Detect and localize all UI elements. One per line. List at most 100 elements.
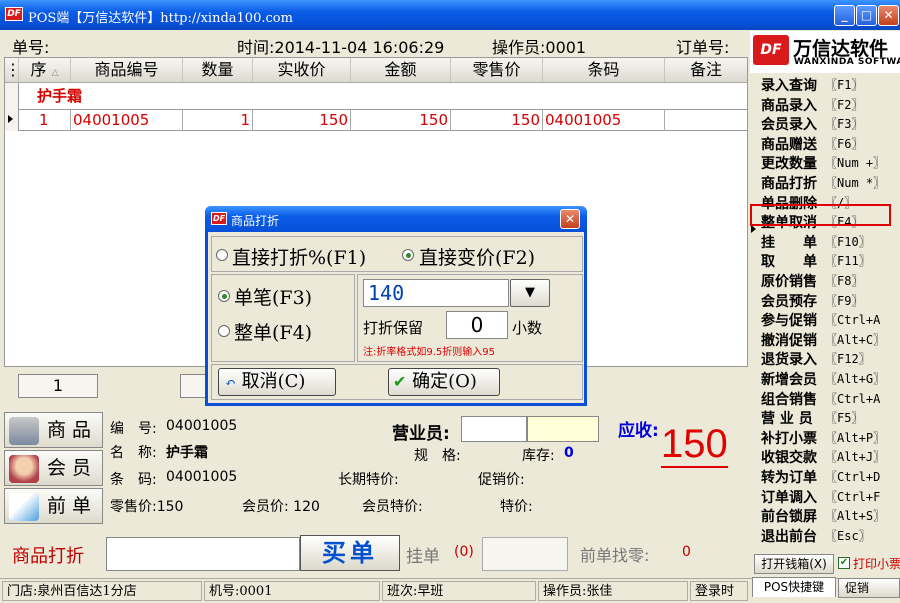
window-title: POS端【万信达软件】http://xinda100.com <box>28 11 293 26</box>
status-login-time: 登录时 <box>690 581 748 601</box>
shortcut-key: 〖F5〗 <box>825 411 864 426</box>
dialog-title-bar[interactable]: DF 商品打折 ✕ <box>205 206 587 232</box>
shortcut-item[interactable]: 原价销售 〖F8〗 <box>750 271 900 291</box>
shortcut-item[interactable]: 退出前台 〖Esc〗 <box>750 526 900 546</box>
receivable-amount: 150 <box>661 422 728 468</box>
shortcut-item[interactable]: 营 业 员〖F5〗 <box>750 408 900 428</box>
shortcut-item[interactable]: 商品录入 〖F2〗 <box>750 95 900 115</box>
shortcut-key: 〖Ctrl+D <box>825 470 881 484</box>
shortcut-item[interactable]: 前台锁屏 〖Alt+S〗 <box>750 506 900 526</box>
keep-decimal-input[interactable]: 0 <box>446 311 508 339</box>
title-bar[interactable]: DF POS端【万信达软件】http://xinda100.com _ □ ✕ <box>0 0 900 30</box>
col-note[interactable]: 备注 <box>665 58 747 82</box>
shortcut-item[interactable]: 参与促销 〖Ctrl+A <box>750 310 900 330</box>
col-qty[interactable]: 数量 <box>183 58 253 82</box>
shortcut-item[interactable]: 退货录入 〖F12〗 <box>750 349 900 369</box>
row-indicator <box>5 83 19 131</box>
shortcut-item[interactable]: 补打小票 〖Alt+P〗 <box>750 428 900 448</box>
radio-whole[interactable] <box>218 325 230 337</box>
shortcut-item[interactable]: 更改数量 〖Num +〗 <box>750 153 900 173</box>
discount-value-input[interactable]: 140 <box>363 279 509 307</box>
dialog-ok-button[interactable]: ✔ 确定(O) <box>388 368 500 396</box>
discount-hint: 注:折率格式如9.5折则输入95 <box>363 347 495 358</box>
salesman-input[interactable] <box>461 416 527 442</box>
open-drawer-button[interactable]: 打开钱箱(X) <box>754 554 834 574</box>
shortcut-item[interactable]: 商品打折 〖Num *〗 <box>750 173 900 193</box>
salesman-label: 营业员: <box>392 424 450 444</box>
minimize-button[interactable]: _ <box>834 5 855 26</box>
radio-percent-label[interactable]: 直接打折%(F1) <box>232 243 366 270</box>
shortcut-name: 原价销售 <box>761 274 817 290</box>
maximize-button[interactable]: □ <box>856 5 877 26</box>
shortcut-item[interactable]: 订单调入 〖Ctrl+F <box>750 487 900 507</box>
shortcut-item[interactable]: 新增会员 〖Alt+G〗 <box>750 369 900 389</box>
dialog-cancel-button[interactable]: ↶ 取消(C) <box>218 368 336 396</box>
shortcut-item[interactable]: 商品赠送 〖F6〗 <box>750 134 900 154</box>
retail-price: 零售价:150 <box>110 499 184 515</box>
shortcut-name: 转为订单 <box>761 470 817 486</box>
shortcut-item[interactable]: 取 单〖F11〗 <box>750 251 900 271</box>
left-nav: 商品 会员 前单 <box>4 410 104 530</box>
mode-label: 商品打折 <box>12 546 84 567</box>
shortcut-item[interactable]: 撤消促销 〖Alt+C〗 <box>750 330 900 350</box>
barcode-input[interactable] <box>106 537 300 571</box>
check-icon: ✔ <box>393 372 407 391</box>
cell-paid: 150 <box>253 110 351 131</box>
shortcut-key: 〖Num +〗 <box>825 156 886 171</box>
col-retail[interactable]: 零售价 <box>451 58 543 82</box>
stock-value: 0 <box>564 445 574 461</box>
barcode-label: 条 码: <box>110 472 157 488</box>
shortcut-name: 补打小票 <box>761 430 817 447</box>
barcode-value: 04001005 <box>166 469 238 485</box>
col-paid[interactable]: 实收价 <box>253 58 351 82</box>
status-machine: 机号:0001 <box>204 581 380 601</box>
dialog-logo-icon: DF <box>211 212 227 225</box>
shortcut-item[interactable]: 会员录入 〖F3〗 <box>750 114 900 134</box>
cell-note <box>665 110 747 131</box>
value-dropdown-button[interactable]: ▼ <box>510 279 550 307</box>
goods-icon <box>9 417 39 445</box>
radio-change-price-label[interactable]: 直接变价(F2) <box>419 243 535 270</box>
hang-label: 挂单 <box>406 547 440 567</box>
radio-percent[interactable] <box>216 249 228 261</box>
nav-goods-button[interactable]: 商品 <box>4 412 103 448</box>
print-receipt-checkbox[interactable]: ✔ <box>838 557 850 569</box>
radio-whole-label[interactable]: 整单(F4) <box>234 318 312 345</box>
nav-prev-order-button[interactable]: 前单 <box>4 488 103 524</box>
col-barcode[interactable]: 条码 <box>543 58 665 82</box>
tab-promotion[interactable]: 促销 <box>838 578 900 598</box>
shortcut-item[interactable]: 收银交款 〖Alt+J〗 <box>750 447 900 467</box>
shortcut-name: 取 单 <box>761 254 817 271</box>
radio-single[interactable] <box>218 290 230 302</box>
shortcut-name: 更改数量 <box>761 156 817 173</box>
receivable-label: 应收: <box>618 421 659 441</box>
shortcut-name: 商品赠送 <box>761 136 817 153</box>
col-code[interactable]: 商品编号 <box>71 58 183 82</box>
col-seq[interactable]: 序 △ <box>19 58 71 82</box>
radio-single-label[interactable]: 单笔(F3) <box>234 283 312 310</box>
salesman-name-field <box>527 416 599 442</box>
spec-label: 规 格: <box>414 448 461 464</box>
checkout-button[interactable]: 买单 <box>300 535 400 571</box>
tab-pos-shortcuts[interactable]: POS快捷键 <box>752 577 836 597</box>
shortcut-item[interactable]: 录入查询 〖F1〗 <box>750 75 900 95</box>
shortcut-key: 〖Ctrl+F <box>825 489 881 504</box>
shortcut-item[interactable]: 组合销售 〖Ctrl+A <box>750 389 900 409</box>
row-count: 1 <box>18 374 98 398</box>
shortcut-key: 〖F6〗 <box>825 136 864 151</box>
shortcut-item[interactable]: 转为订单 〖Ctrl+D <box>750 467 900 487</box>
shortcut-item[interactable]: 挂 单〖F10〗 <box>750 232 900 252</box>
cell-code: 04001005 <box>71 110 183 131</box>
close-button[interactable]: ✕ <box>878 5 899 26</box>
hang-field[interactable] <box>482 537 568 571</box>
product-detail-panel: 编 号: 04001005 名 称: 护手霜 条 码: 04001005 零售价… <box>106 410 750 530</box>
time-label: 时间:2014-11-04 16:06:29 <box>237 38 445 57</box>
radio-change-price[interactable] <box>402 249 414 261</box>
col-amount[interactable]: 金额 <box>351 58 451 82</box>
shortcut-item[interactable]: 会员预存 〖F9〗 <box>750 291 900 311</box>
special-price: 特价: <box>500 499 533 515</box>
table-row[interactable]: 1 04001005 1 150 150 150 04001005 <box>19 109 747 131</box>
hang-count: (0) <box>454 544 474 560</box>
nav-member-button[interactable]: 会员 <box>4 450 103 486</box>
dialog-close-button[interactable]: ✕ <box>560 209 580 229</box>
